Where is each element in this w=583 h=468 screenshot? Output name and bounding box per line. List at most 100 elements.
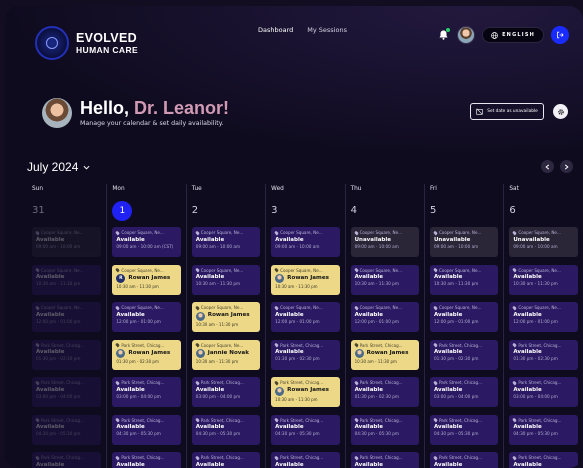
slot-time: 10:30 am - 11:30 pm: [195, 321, 239, 327]
booked-slot[interactable]: Park Street, Chicag... Rowan James 10:30 a…: [271, 377, 340, 407]
day-number[interactable]: 2: [192, 196, 260, 227]
availability-slot[interactable]: Park Street, Chicag... Available: [509, 452, 578, 468]
patient-name: Rowan James: [207, 312, 250, 319]
availability-slot[interactable]: Park Street, Chicag... Available 04:30 pm …: [32, 414, 102, 445]
slot-status: Available: [195, 386, 225, 393]
booked-slot[interactable]: Park Street, Chicag... Rowan James 10:30 a…: [350, 339, 419, 370]
slot-time: 09:00 am - 10:00 am: [36, 243, 81, 249]
slot-location: Cooper Square, Ne...: [200, 342, 244, 348]
slot-time: 12:00 pm - 01:00 pm: [433, 318, 479, 324]
availability-slot[interactable]: Cooper Square, Ne... Available 12:00 pm - …: [429, 302, 499, 332]
day-number[interactable]: 31: [32, 196, 101, 227]
booked-slot[interactable]: Park Street, Chicag... Rowan James 01:30 p…: [112, 339, 181, 370]
patient-avatar: [116, 349, 126, 358]
availability-slot[interactable]: Cooper Square, Ne... Available 12:00 pm - …: [112, 302, 181, 332]
availability-slot[interactable]: Park Street, Chicag... Available: [350, 452, 419, 468]
settings-button[interactable]: [553, 104, 568, 119]
availability-slot[interactable]: Park Street, Chicag... Available: [271, 452, 340, 468]
booked-slot[interactable]: Cooper Square, Ne... R Rowan James 10:30 am…: [112, 264, 181, 295]
booked-slot[interactable]: Cooper Square, Ne... Rowan James 10:30 am …: [271, 264, 340, 295]
availability-slot[interactable]: Cooper Square, Ne... Available 12:00 pm - …: [350, 302, 419, 332]
slot-time: 09:00 am - 10:00 am: [275, 243, 320, 249]
availability-slot[interactable]: Cooper Square, Ne... Available 09:00 am - …: [191, 227, 261, 257]
slot-location: Cooper Square, Ne...: [121, 230, 164, 235]
day-number-today[interactable]: 1: [112, 196, 180, 227]
availability-slot[interactable]: Cooper Square, Ne... Available 12:00 pm - …: [509, 302, 578, 332]
location-pin-icon: [512, 267, 518, 273]
day-name: Fri: [429, 186, 437, 192]
availability-slot[interactable]: Park Street, Chicag... Available 01:30 pm …: [509, 339, 578, 370]
brand-logo[interactable]: EVOLVED HUMAN CARE: [35, 26, 138, 60]
day-number[interactable]: 3: [271, 196, 339, 227]
location-pin-icon: [115, 380, 121, 385]
availability-slot[interactable]: Cooper Square, Ne... Unavailable 09:00 am …: [429, 227, 499, 257]
slot-location: Park Street, Chicag...: [121, 380, 165, 385]
availability-slot[interactable]: Park Street, Chicag... Available 03:00 pm …: [429, 377, 499, 407]
slot-status: Available: [36, 349, 65, 355]
availability-slot[interactable]: Cooper Square, Ne... Unavailable 09:00 am …: [509, 227, 578, 257]
availability-slot[interactable]: Park Street, Chicag... Available: [32, 452, 102, 468]
availability-slot[interactable]: Park Street, Chicag... Available 04:30 pm …: [112, 414, 181, 445]
slot-status: Available: [433, 349, 463, 355]
slot-time: 01:30 pm - 02:30 pm: [275, 356, 320, 361]
availability-slot[interactable]: Park Street, Chicag... Available 01:30 pm …: [32, 339, 102, 370]
nav-dashboard[interactable]: Dashboard: [258, 26, 293, 34]
month-navigation: [541, 160, 573, 173]
day-number[interactable]: 4: [351, 196, 419, 227]
availability-slot[interactable]: Park Street, Chicag... Available 01:30 pm …: [271, 339, 340, 370]
booked-slot[interactable]: Cooper Square, Ne... Rowan James 10:30 am …: [191, 302, 261, 332]
notification-bell-icon[interactable]: [436, 28, 451, 42]
availability-slot[interactable]: Park Street, Chicag... Available 03:00 pm …: [191, 377, 261, 407]
availability-slot[interactable]: Park Street, Chicag... Available 04:30 pm …: [429, 414, 499, 445]
availability-slot[interactable]: Park Street, Chicag... Available 04:30 pm …: [509, 414, 578, 445]
availability-slot[interactable]: Park Street, Chicag... Available 04:30 pm …: [191, 414, 261, 445]
availability-slot[interactable]: Cooper Square, Ne... Available 09:00 am - …: [112, 227, 181, 257]
availability-slot[interactable]: Cooper Square, Ne... Available 12:00 pm - …: [32, 302, 102, 332]
availability-slot[interactable]: Park Street, Chicag... Available 04:30 pm …: [350, 414, 419, 445]
availability-slot[interactable]: Cooper Square, Ne... Available 10:30 am - …: [429, 264, 499, 295]
slot-time: 10:30 am - 11:30 pm: [195, 281, 241, 286]
day-number[interactable]: 6: [509, 196, 577, 227]
language-selector[interactable]: ENGLISH: [482, 27, 544, 43]
month-selector[interactable]: July 2024: [27, 160, 90, 174]
user-avatar[interactable]: [457, 26, 476, 44]
prev-month-button[interactable]: [541, 160, 554, 173]
slot-status: Available: [195, 424, 225, 430]
availability-slot[interactable]: Cooper Square, Ne... Available 10:30 am - …: [191, 264, 261, 295]
availability-slot[interactable]: Cooper Square, Ne... Available 12:00 pm - …: [271, 302, 340, 332]
set-date-unavailable-button[interactable]: Set date as unavailable: [470, 103, 544, 120]
availability-slot[interactable]: Park Street, Chicag... Available 04:30 pm …: [271, 414, 340, 445]
availability-slot[interactable]: Park Street, Chicag... Available 01:30 pm …: [429, 339, 499, 370]
availability-slot[interactable]: Park Street, Chicag... Available 03:00 pm …: [32, 377, 102, 407]
availability-slot[interactable]: Park Street, Chicag... Available 01:30 pm …: [350, 377, 419, 407]
availability-slot[interactable]: Cooper Square, Ne... Available 09:00 am - …: [271, 227, 340, 257]
availability-slot[interactable]: Cooper Square, Ne... Unavailable 09:00 am …: [350, 227, 419, 257]
logout-button[interactable]: [551, 26, 569, 44]
slot-location: Park Street, Chicag...: [41, 417, 85, 423]
location-pin-icon: [432, 342, 438, 348]
availability-slot[interactable]: Park Street, Chicag... Available 03:00 pm …: [112, 377, 181, 407]
slot-status: Available: [36, 311, 65, 318]
availability-slot[interactable]: Park Street, Chicag... Available: [429, 452, 499, 468]
availability-slot[interactable]: Cooper Square, Ne... Available 10:30 am - …: [509, 264, 578, 295]
availability-slot[interactable]: Park Street, Chicag... Available 03:00 pm …: [509, 377, 578, 407]
booked-slot[interactable]: Cooper Square, Ne... Jannie Novak 10:30 am…: [191, 339, 261, 370]
slot-location: Park Street, Chicag...: [200, 455, 244, 460]
slot-status: Available: [433, 386, 463, 393]
slot-location: Cooper Square, Ne...: [438, 230, 482, 235]
availability-slot[interactable]: Park Street, Chicag... Available: [112, 452, 181, 468]
day-column: Sat 6 Cooper Square, Ne... Unavailable 09:00…: [503, 184, 582, 468]
slot-location: Cooper Square, Ne...: [359, 230, 403, 235]
day-name: Tue: [191, 186, 202, 192]
location-pin-icon: [35, 342, 40, 348]
slot-status: Available: [275, 236, 304, 243]
availability-slot[interactable]: Park Street, Chicag... Available: [191, 452, 261, 468]
day-number[interactable]: 5: [430, 196, 498, 227]
slot-time: 12:00 pm - 01:00 pm: [513, 318, 558, 324]
nav-my-sessions[interactable]: My Sessions: [307, 26, 347, 34]
next-month-button[interactable]: [560, 160, 573, 173]
availability-slot[interactable]: Cooper Square, Ne... Available 09:00 am - …: [32, 227, 102, 257]
availability-slot[interactable]: Cooper Square, Ne... Available 10:30 am - …: [350, 264, 419, 295]
availability-slot[interactable]: Cooper Square, Ne... Available 10:30 am - …: [32, 264, 102, 295]
slot-status: Available: [36, 236, 65, 243]
